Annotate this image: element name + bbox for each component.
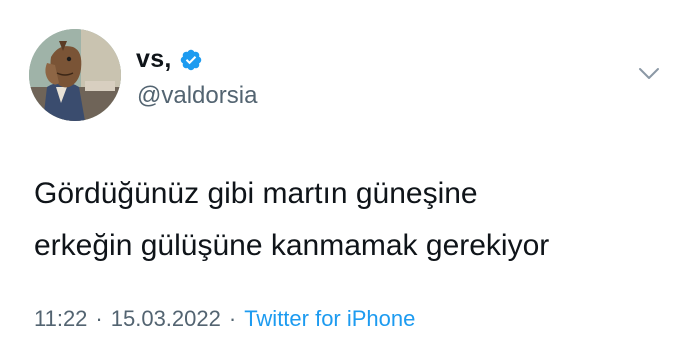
meta-separator: · (228, 306, 237, 331)
chevron-down-icon (639, 68, 659, 79)
more-options-button[interactable] (636, 64, 662, 84)
tweet-card: vs, @valdorsia Gördüğünüz gibi martın gü… (0, 0, 690, 352)
tweet-text-line: Gördüğünüz gibi martın güneşine (34, 177, 478, 210)
bojack-horseman-avatar-icon (29, 29, 121, 121)
verified-badge-icon (180, 49, 201, 71)
author-handle[interactable]: @valdorsia (137, 82, 257, 110)
tweet-date[interactable]: 15.03.2022 (111, 306, 221, 331)
tweet-meta: 11:22 · 15.03.2022 · Twitter for iPhone (34, 306, 415, 332)
display-name[interactable]: vs, (136, 45, 172, 74)
tweet-time[interactable]: 11:22 (34, 306, 87, 331)
avatar[interactable] (29, 29, 121, 121)
tweet-source-link[interactable]: Twitter for iPhone (244, 306, 415, 331)
tweet-text-line: erkeğin gülüşüne kanmamak gerekiyor (34, 229, 550, 262)
author-name-row: vs, (136, 42, 203, 76)
meta-separator: · (95, 306, 103, 331)
tweet-text: Gördüğünüz gibi martın güneşine erkeğin … (34, 168, 674, 272)
